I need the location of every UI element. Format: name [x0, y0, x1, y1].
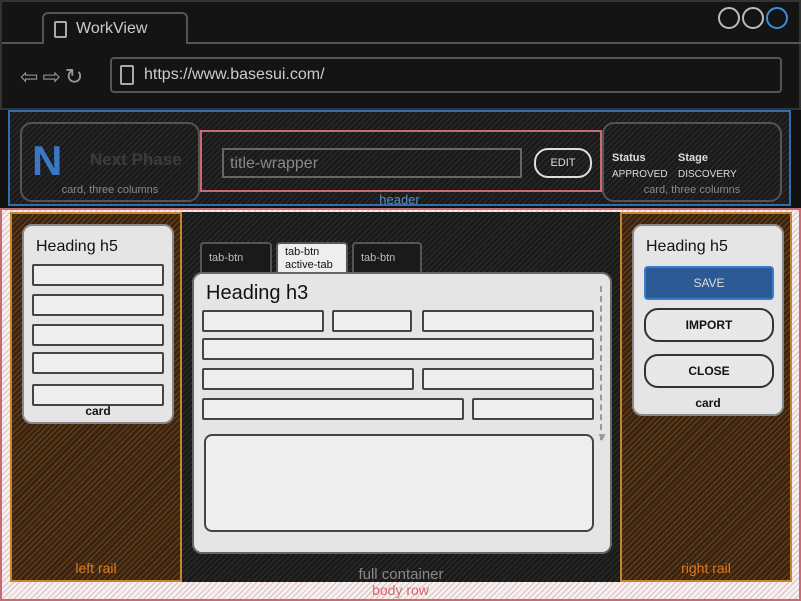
- scrollbar[interactable]: [600, 286, 602, 440]
- tab-button[interactable]: tab-btn: [200, 242, 272, 272]
- textarea[interactable]: [204, 434, 594, 532]
- document-icon: [54, 21, 67, 38]
- edit-button[interactable]: EDIT: [534, 148, 592, 178]
- status-heading: Status: [612, 152, 646, 164]
- tab-baseline: [2, 42, 44, 44]
- input-field[interactable]: [422, 310, 594, 332]
- input-field[interactable]: [422, 368, 594, 390]
- full-container: tab-btn tab-btn active-tab tab-btn Headi…: [182, 212, 620, 583]
- title-input[interactable]: title-wrapper: [222, 148, 522, 178]
- header: N Next Phase card, three columns title-w…: [8, 110, 791, 207]
- input-field[interactable]: [32, 294, 164, 316]
- panel-heading: Heading h3: [206, 282, 309, 304]
- forward-arrow-icon[interactable]: ⇨: [42, 64, 64, 89]
- stage-heading: Stage: [678, 152, 708, 164]
- input-field[interactable]: [202, 368, 414, 390]
- body-row-label: body row: [372, 582, 429, 598]
- full-container-label: full container: [358, 566, 444, 583]
- close-button[interactable]: CLOSE: [644, 354, 774, 388]
- document-icon: [120, 65, 134, 85]
- right-card-heading: Heading h5: [646, 238, 728, 255]
- refresh-icon[interactable]: ↻: [65, 64, 87, 89]
- save-button[interactable]: SAVE: [644, 266, 774, 300]
- input-field[interactable]: [32, 352, 164, 374]
- scroll-down-icon[interactable]: ▼: [596, 430, 608, 444]
- form-panel: Heading h3 ▼: [192, 272, 612, 554]
- left-card: Heading h5 card: [22, 224, 174, 424]
- right-rail: Heading h5 SAVE IMPORT CLOSE card right …: [620, 212, 792, 582]
- tab-baseline: [186, 42, 801, 44]
- window-control-icon[interactable]: [718, 7, 740, 29]
- header-label: header: [379, 192, 420, 207]
- brand-name: Next Phase: [90, 150, 182, 169]
- status-value: APPROVED: [612, 169, 668, 180]
- left-rail-label: left rail: [75, 560, 117, 576]
- browser-tab-title: WorkView: [76, 20, 148, 37]
- input-field[interactable]: [202, 310, 324, 332]
- card-label: card: [695, 396, 721, 410]
- stage-value: DISCOVERY: [678, 169, 737, 180]
- card-label: card: [85, 404, 111, 418]
- tab-button[interactable]: tab-btn: [352, 242, 422, 272]
- brand-card: N Next Phase card, three columns: [20, 122, 200, 202]
- left-rail: Heading h5 card left rail: [10, 212, 182, 582]
- address-bar[interactable]: https://www.basesui.com/: [110, 57, 782, 93]
- input-field[interactable]: [472, 398, 594, 420]
- back-arrow-icon[interactable]: ⇦: [20, 64, 42, 89]
- status-block: Status APPROVED: [612, 150, 668, 183]
- input-field[interactable]: [202, 398, 464, 420]
- window-control-icon[interactable]: [742, 7, 764, 29]
- input-field[interactable]: [32, 324, 164, 346]
- input-field[interactable]: [202, 338, 594, 360]
- body-row: Heading h5 card left rail tab-btn tab-bt…: [0, 208, 801, 601]
- browser-chrome: WorkView ⇦⇨↻ https://www.basesui.com/: [0, 0, 801, 110]
- right-card: Heading h5 SAVE IMPORT CLOSE card: [632, 224, 784, 416]
- right-rail-label: right rail: [681, 560, 731, 576]
- input-field[interactable]: [332, 310, 412, 332]
- status-card: Status APPROVED Stage DISCOVERY card, th…: [602, 122, 782, 202]
- address-bar-url: https://www.basesui.com/: [144, 66, 325, 83]
- window-control-icon[interactable]: [766, 7, 788, 29]
- browser-tab[interactable]: WorkView: [42, 12, 188, 44]
- tab-button-active[interactable]: tab-btn active-tab: [276, 242, 348, 272]
- tab-button-sublabel: active-tab: [285, 259, 333, 271]
- navigation-controls: ⇦⇨↻: [20, 64, 87, 90]
- import-button[interactable]: IMPORT: [644, 308, 774, 342]
- input-field[interactable]: [32, 264, 164, 286]
- input-field[interactable]: [32, 384, 164, 406]
- title-wrapper: title-wrapper EDIT: [200, 130, 602, 192]
- brand-logo: N: [32, 137, 63, 184]
- left-card-heading: Heading h5: [36, 238, 118, 255]
- tab-button-label: tab-btn: [285, 246, 320, 258]
- stage-block: Stage DISCOVERY: [678, 150, 737, 183]
